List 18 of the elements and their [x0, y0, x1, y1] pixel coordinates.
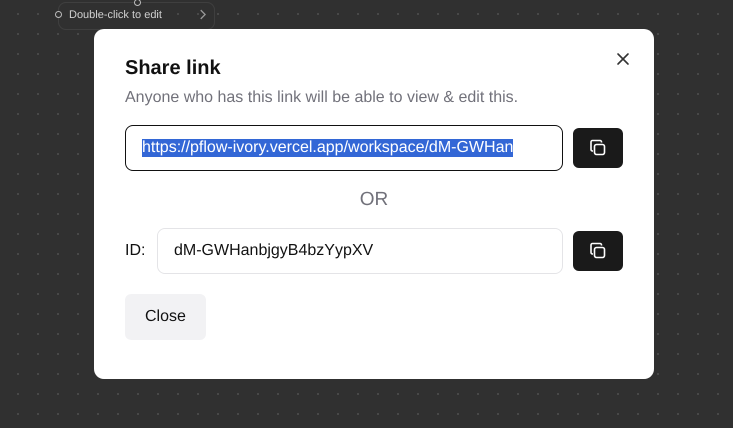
close-dialog-button[interactable]: Close [125, 294, 206, 340]
chevron-icon [199, 9, 206, 20]
copy-icon [588, 241, 608, 261]
node-handle[interactable] [55, 11, 62, 18]
separator-text: OR [358, 189, 390, 211]
copy-button[interactable] [573, 231, 623, 271]
id-field[interactable]: dM-GWHanbjgyB4bzYypXV [157, 228, 563, 274]
dialog-title: Share link [125, 57, 222, 80]
link-text: https://pflow-ivory.vercel.app/workspace/dM-GWHan [142, 139, 514, 157]
dialog-description: Anyone who has this link will be able to view & edit this. [125, 89, 520, 107]
copy-icon [588, 138, 608, 158]
close-icon [616, 52, 630, 66]
copy-button[interactable] [573, 128, 623, 168]
link-field[interactable]: https://pflow-ivory.vercel.app/workspace/dM-GWHan [125, 125, 564, 171]
close-button[interactable] [616, 52, 630, 66]
id-label: ID: [125, 242, 146, 260]
node-label: Double-click to edit [69, 9, 163, 22]
node-handle[interactable] [134, 0, 141, 6]
